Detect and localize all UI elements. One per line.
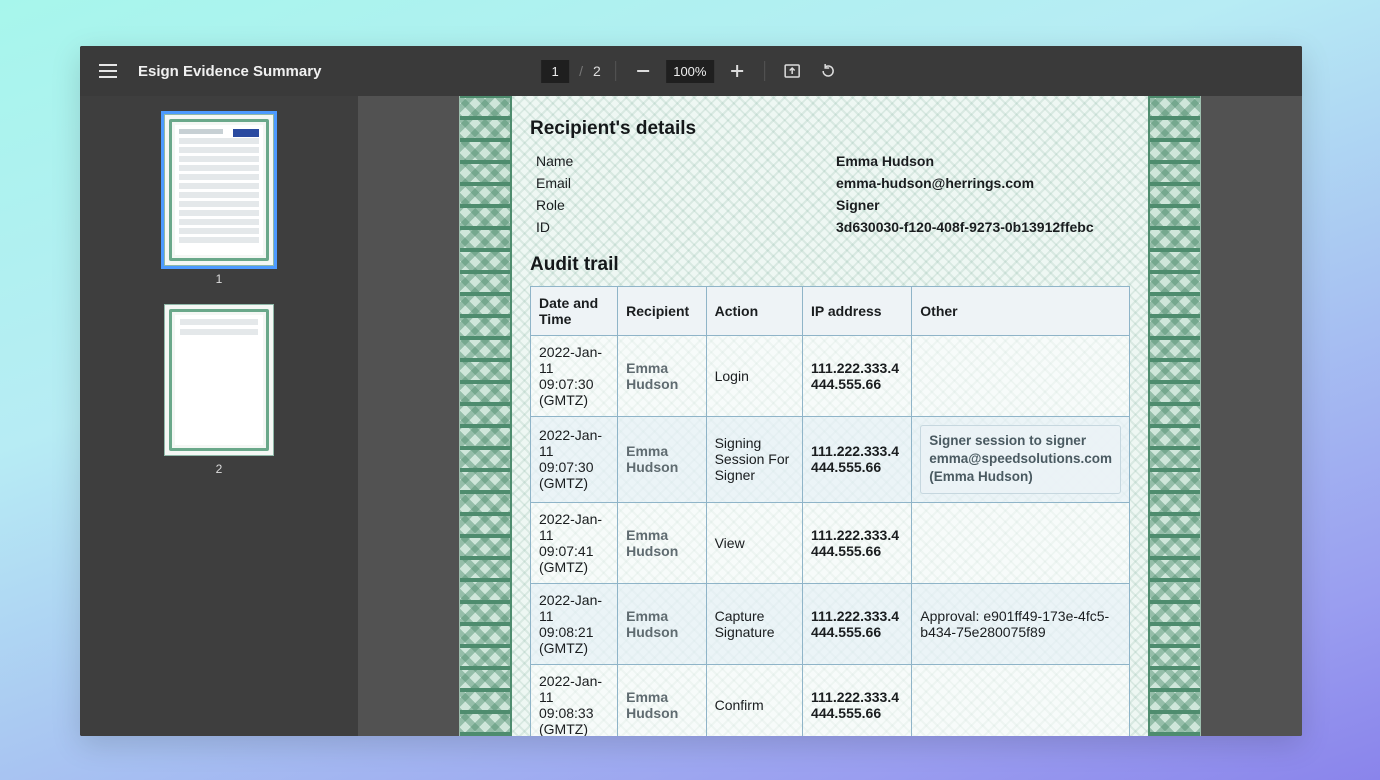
- thumbnail-label: 2: [216, 462, 223, 476]
- cell-ip: 111.222.333.4 444.555.66: [803, 583, 912, 664]
- table-row: 2022-Jan-11 09:07:30 (GMTZ)Emma HudsonSi…: [531, 417, 1130, 503]
- col-ip: IP address: [803, 287, 912, 336]
- field-value-id: 3d630030-f120-408f-9273-0b13912ffebc: [836, 219, 1094, 235]
- audit-header: Audit trail: [530, 254, 1130, 276]
- thumbnail-1[interactable]: 1: [164, 114, 274, 286]
- toolbar: Esign Evidence Summary / 2: [80, 46, 1302, 96]
- thumbnail-panel[interactable]: 1 2: [80, 96, 358, 736]
- cell-ip: 111.222.333.4 444.555.66: [803, 417, 912, 503]
- cell-recipient: Emma Hudson: [618, 417, 706, 503]
- cell-date: 2022-Jan-11 09:07:30 (GMTZ): [531, 336, 618, 417]
- table-header-row: Date and Time Recipient Action IP addres…: [531, 287, 1130, 336]
- cell-date: 2022-Jan-11 09:08:21 (GMTZ): [531, 583, 618, 664]
- thumbnail-2[interactable]: 2: [164, 304, 274, 476]
- zoom-input[interactable]: [666, 60, 714, 83]
- cell-action: Confirm: [706, 664, 802, 736]
- recipient-header: Recipient's details: [530, 118, 1130, 140]
- col-recipient: Recipient: [618, 287, 706, 336]
- cell-date: 2022-Jan-11 09:07:30 (GMTZ): [531, 417, 618, 503]
- cell-action: View: [706, 502, 802, 583]
- cell-other: [912, 336, 1130, 417]
- field-label-name: Name: [536, 153, 836, 169]
- toolbar-center: / 2: [541, 58, 841, 84]
- pdf-viewer: Esign Evidence Summary / 2: [80, 46, 1302, 736]
- field-label-id: ID: [536, 219, 836, 235]
- table-row: 2022-Jan-11 09:07:41 (GMTZ)Emma HudsonVi…: [531, 502, 1130, 583]
- field-label-role: Role: [536, 197, 836, 213]
- cell-action: Signing Session For Signer: [706, 417, 802, 503]
- menu-icon[interactable]: [96, 59, 120, 83]
- cell-ip: 111.222.333.4 444.555.66: [803, 664, 912, 736]
- cell-other: [912, 664, 1130, 736]
- cell-recipient: Emma Hudson: [618, 664, 706, 736]
- page-1: Recipient's details Name Emma Hudson Ema…: [460, 96, 1200, 736]
- col-action: Action: [706, 287, 802, 336]
- divider: [615, 61, 616, 81]
- zoom-in-button[interactable]: [724, 58, 750, 84]
- audit-table: Date and Time Recipient Action IP addres…: [530, 286, 1130, 736]
- cell-ip: 111.222.333.4 444.555.66: [803, 502, 912, 583]
- field-value-role: Signer: [836, 197, 880, 213]
- page-total: 2: [593, 63, 601, 79]
- cell-recipient: Emma Hudson: [618, 502, 706, 583]
- col-date: Date and Time: [531, 287, 618, 336]
- fit-page-button[interactable]: [779, 58, 805, 84]
- cell-ip: 111.222.333.4 444.555.66: [803, 336, 912, 417]
- cell-recipient: Emma Hudson: [618, 583, 706, 664]
- rotate-button[interactable]: [815, 58, 841, 84]
- table-row: 2022-Jan-11 09:08:33 (GMTZ)Emma HudsonCo…: [531, 664, 1130, 736]
- other-note-box: Signer session to signer emma@speedsolut…: [920, 425, 1121, 494]
- table-row: 2022-Jan-11 09:08:21 (GMTZ)Emma HudsonCa…: [531, 583, 1130, 664]
- field-value-name: Emma Hudson: [836, 153, 934, 169]
- viewer-body: 1 2 Recipient's details Name: [80, 96, 1302, 736]
- cell-date: 2022-Jan-11 09:08:33 (GMTZ): [531, 664, 618, 736]
- thumbnail-label: 1: [216, 272, 223, 286]
- field-value-email: emma-hudson@herrings.com: [836, 175, 1034, 191]
- recipient-details: Name Emma Hudson Email emma-hudson@herri…: [536, 150, 1124, 238]
- cell-other: [912, 502, 1130, 583]
- cell-action: Login: [706, 336, 802, 417]
- field-label-email: Email: [536, 175, 836, 191]
- cell-action: Capture Signature: [706, 583, 802, 664]
- cell-recipient: Emma Hudson: [618, 336, 706, 417]
- page-number-input[interactable]: [541, 60, 569, 83]
- zoom-out-button[interactable]: [630, 58, 656, 84]
- document-title: Esign Evidence Summary: [138, 63, 321, 80]
- table-row: 2022-Jan-11 09:07:30 (GMTZ)Emma HudsonLo…: [531, 336, 1130, 417]
- cell-other: Approval: e901ff49-173e-4fc5-b434-75e280…: [912, 583, 1130, 664]
- col-other: Other: [912, 287, 1130, 336]
- page-canvas[interactable]: Recipient's details Name Emma Hudson Ema…: [358, 96, 1302, 736]
- cell-date: 2022-Jan-11 09:07:41 (GMTZ): [531, 502, 618, 583]
- divider: [764, 61, 765, 81]
- page-separator: /: [579, 63, 583, 79]
- cell-other: Signer session to signer emma@speedsolut…: [912, 417, 1130, 503]
